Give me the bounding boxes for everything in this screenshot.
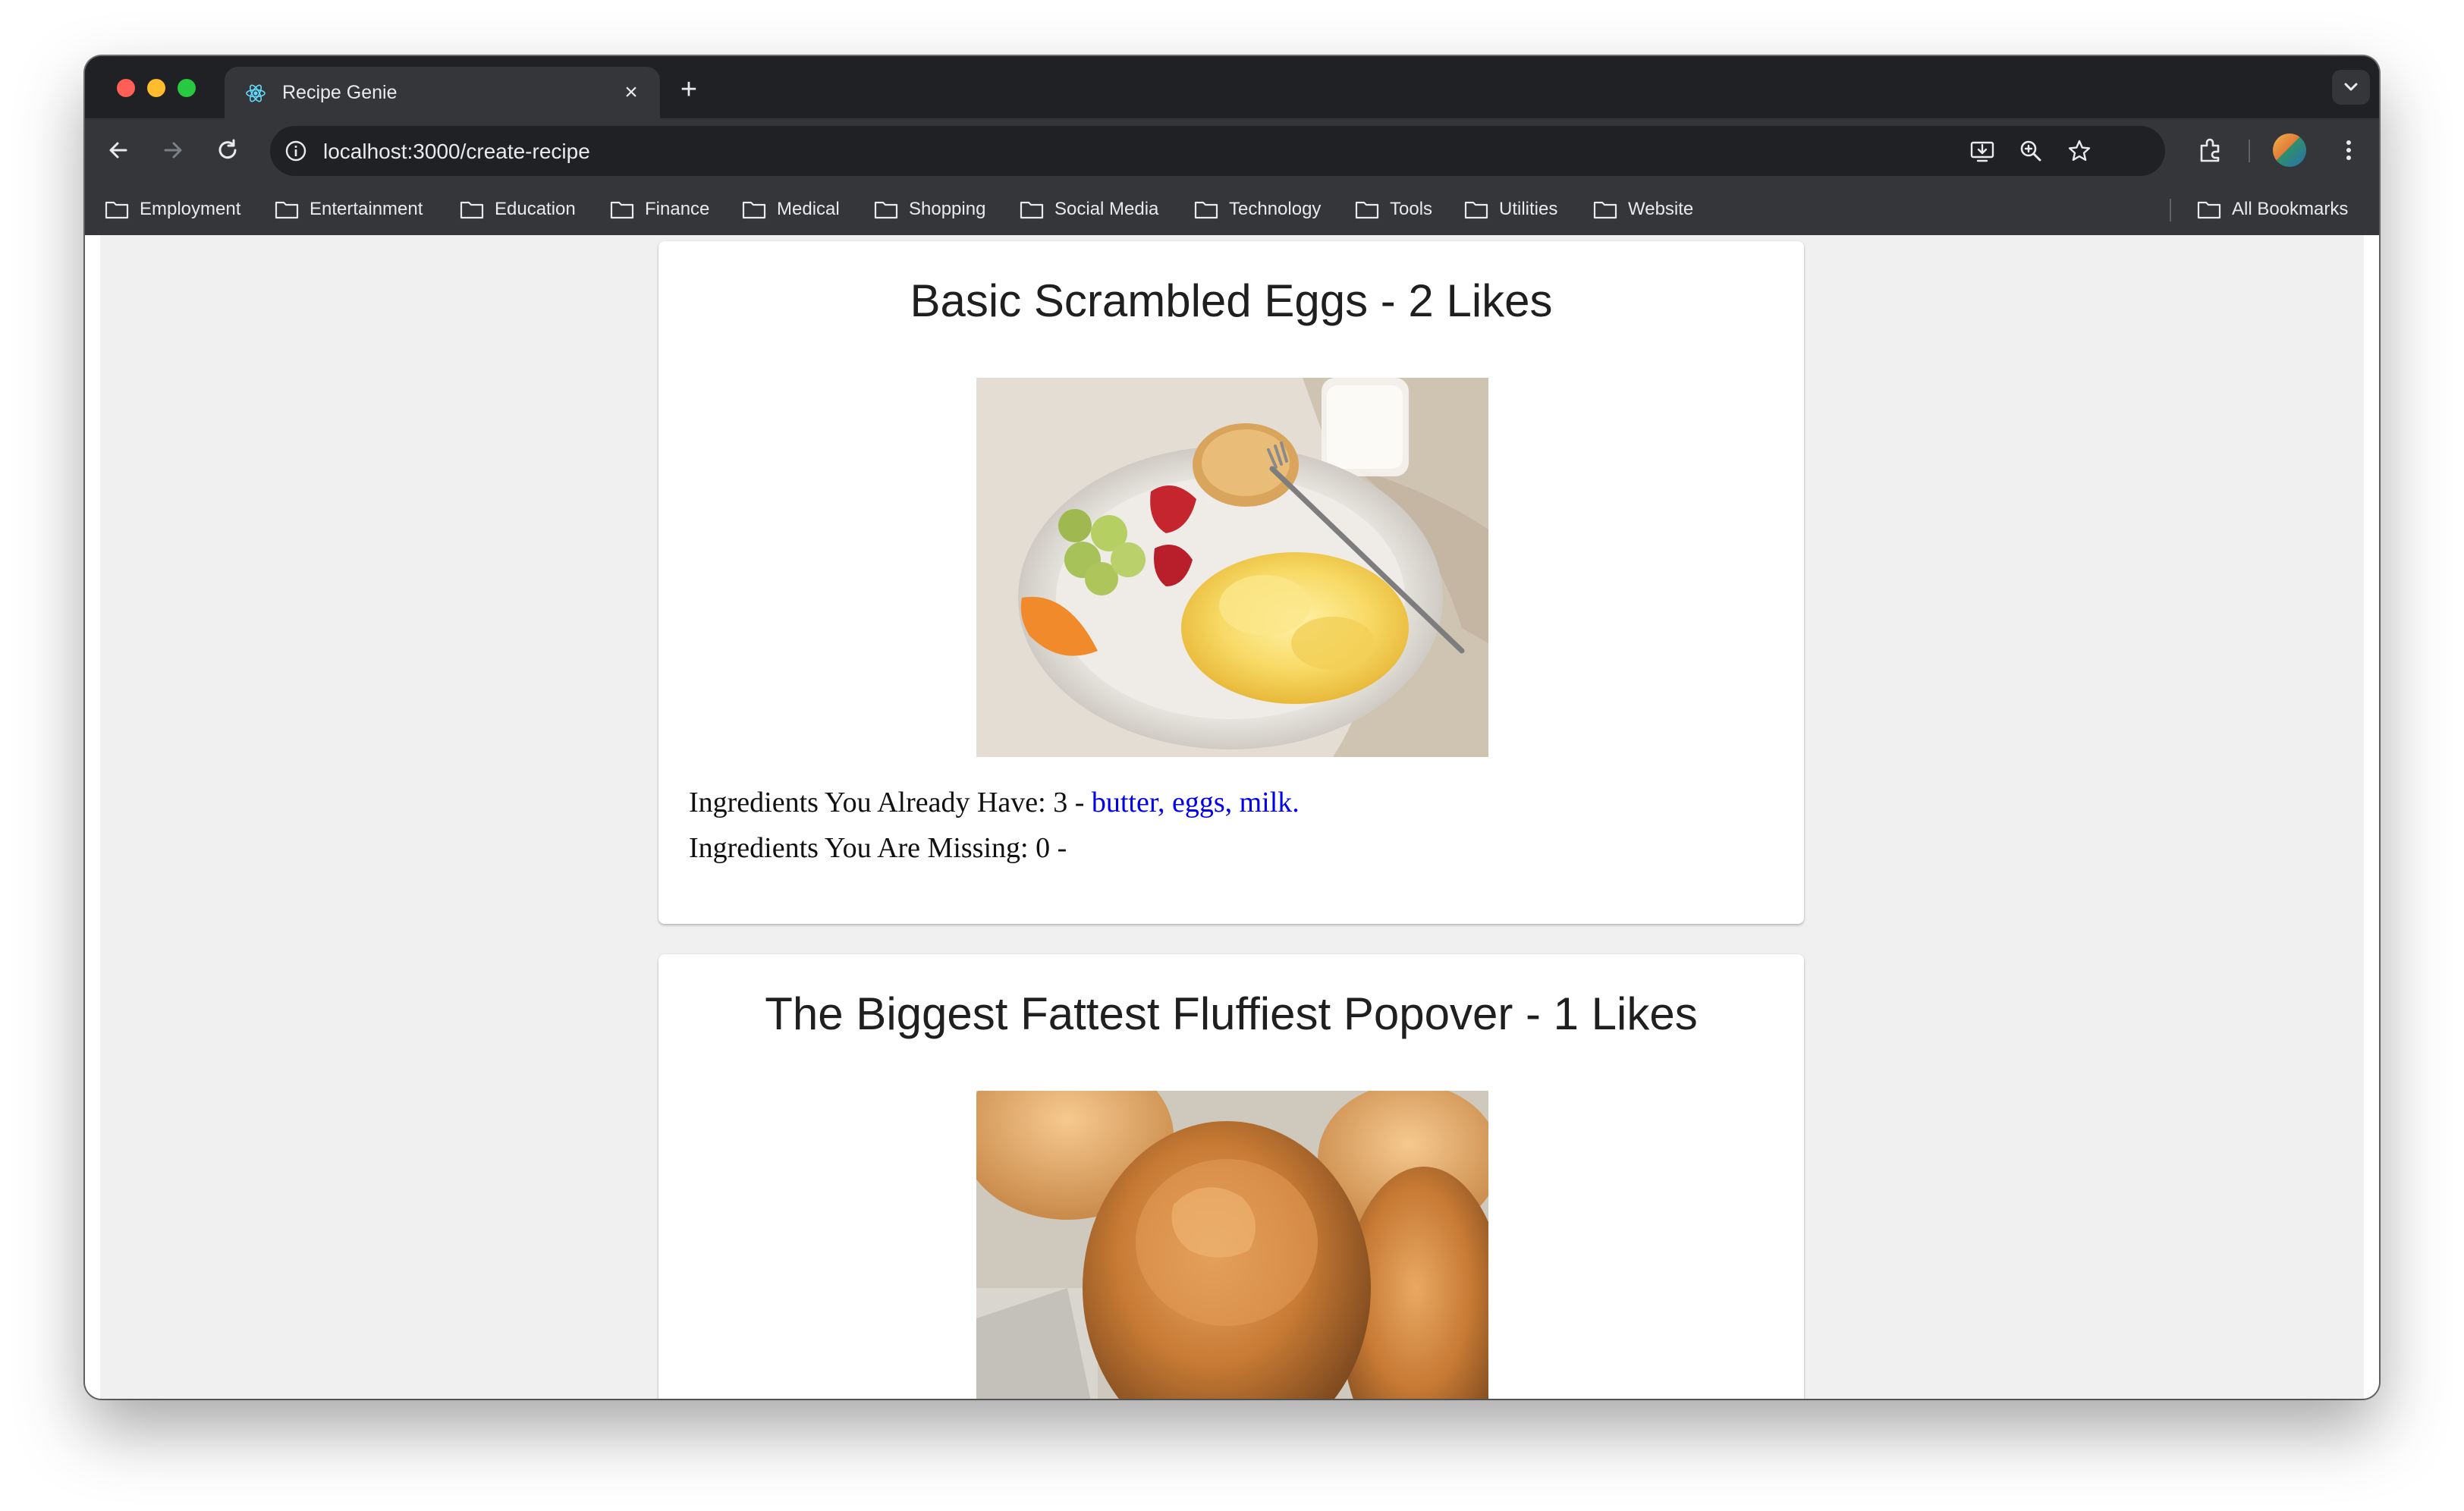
ingredients-have-label: Ingredients You Already Have: 3 - [689, 787, 1092, 818]
browser-toolbar: localhost:3000/create-recipe [85, 118, 2379, 182]
bookmark-employment[interactable]: Employment [105, 197, 240, 221]
bookmark-social-media[interactable]: Social Media [1020, 197, 1158, 221]
popover-photo[interactable] [976, 1091, 1488, 1399]
toolbar-divider [2249, 140, 2250, 162]
bookmark-label: Education [495, 199, 576, 219]
folder-icon [874, 201, 898, 219]
bookmark-label: Utilities [1499, 199, 1558, 219]
bookmark-label: Finance [645, 199, 710, 219]
ingredients-have: Ingredients You Already Have: 3 - butter… [689, 786, 1300, 819]
ingredients-missing: Ingredients You Are Missing: 0 - [689, 832, 1067, 864]
bookmark-medical[interactable]: Medical [742, 197, 840, 221]
folder-icon [1194, 201, 1218, 219]
folder-icon [275, 201, 299, 219]
profile-avatar[interactable] [2273, 134, 2306, 167]
scrambled-eggs-photo[interactable] [976, 378, 1488, 757]
folder-icon [2197, 201, 2221, 219]
close-tab-icon[interactable]: × [618, 79, 645, 106]
bookmark-finance[interactable]: Finance [610, 197, 709, 221]
close-window-button[interactable] [117, 79, 135, 97]
chevron-down-icon [2344, 83, 2358, 91]
all-bookmarks-button[interactable]: All Bookmarks [2197, 197, 2348, 221]
url-host: localhost [323, 140, 407, 163]
extensions-icon[interactable] [2195, 135, 2226, 165]
all-bookmarks-label: All Bookmarks [2232, 199, 2349, 219]
bookmark-tools[interactable]: Tools [1355, 197, 1432, 221]
ingredients-have-list[interactable]: butter, eggs, milk. [1092, 787, 1300, 818]
folder-icon [105, 201, 129, 219]
tab-title: Recipe Genie [282, 82, 398, 103]
reload-icon[interactable] [212, 135, 243, 165]
bookmark-entertainment[interactable]: Entertainment [275, 197, 423, 221]
bookmark-label: Tools [1390, 199, 1433, 219]
page-gutter-left [85, 235, 100, 1399]
bookmark-label: Website [1628, 199, 1694, 219]
recipe-card[interactable]: Basic Scrambled Eggs - 2 Likes Ingredien… [658, 241, 1804, 924]
address-bar[interactable]: localhost:3000/create-recipe [270, 126, 2165, 176]
recipe-title[interactable]: The Biggest Fattest Fluffiest Popover - … [658, 988, 1804, 1040]
bookmark-website[interactable]: Website [1593, 197, 1693, 221]
zoom-icon[interactable] [2018, 138, 2044, 164]
page-gutter-right [2364, 235, 2379, 1399]
popover-illustration [976, 1091, 1488, 1399]
install-app-icon[interactable] [1969, 138, 1995, 164]
minimize-window-button[interactable] [147, 79, 165, 97]
scrambled-eggs-illustration [976, 378, 1488, 757]
bookmark-label: Employment [140, 199, 241, 219]
maximize-window-button[interactable] [178, 79, 196, 97]
new-tab-icon[interactable]: + [674, 74, 704, 105]
folder-icon [1464, 201, 1488, 219]
more-menu-icon[interactable] [2334, 135, 2364, 165]
back-icon[interactable] [103, 135, 134, 165]
site-info-icon[interactable] [284, 139, 308, 163]
folder-icon [742, 201, 766, 219]
bookmarks-bar: Employment Entertainment Education Finan… [85, 182, 2379, 235]
recipe-title[interactable]: Basic Scrambled Eggs - 2 Likes [658, 275, 1804, 327]
recipe-card[interactable]: The Biggest Fattest Fluffiest Popover - … [658, 954, 1804, 1399]
folder-icon [610, 201, 634, 219]
tab-search-button[interactable] [2332, 70, 2370, 105]
url-path: :3000/create-recipe [407, 140, 590, 163]
forward-icon[interactable] [158, 135, 188, 165]
bookmark-shopping[interactable]: Shopping [874, 197, 985, 221]
react-icon [246, 84, 266, 102]
tab-recipe-genie[interactable]: Recipe Genie × [225, 67, 660, 118]
bookmark-utilities[interactable]: Utilities [1464, 197, 1557, 221]
bookmark-label: Medical [777, 199, 840, 219]
bookmark-label: Shopping [909, 199, 986, 219]
folder-icon [1020, 201, 1044, 219]
browser-window: Recipe Genie × + localhost:3000/create-r… [85, 56, 2379, 1399]
bookmark-label: Technology [1229, 199, 1322, 219]
page-content[interactable]: Basic Scrambled Eggs - 2 Likes Ingredien… [85, 235, 2379, 1399]
tab-strip: Recipe Genie × + [85, 56, 2379, 118]
bookmark-technology[interactable]: Technology [1194, 197, 1321, 221]
bookmark-education[interactable]: Education [460, 197, 576, 221]
folder-icon [1593, 201, 1617, 219]
bookmark-label: Entertainment [310, 199, 423, 219]
folder-icon [1355, 201, 1379, 219]
url-text: localhost:3000/create-recipe [323, 140, 590, 164]
bookmark-label: Social Media [1054, 199, 1159, 219]
bookmark-star-icon[interactable] [2066, 138, 2092, 164]
folder-icon [460, 201, 484, 219]
bookmarks-divider [2170, 199, 2171, 221]
